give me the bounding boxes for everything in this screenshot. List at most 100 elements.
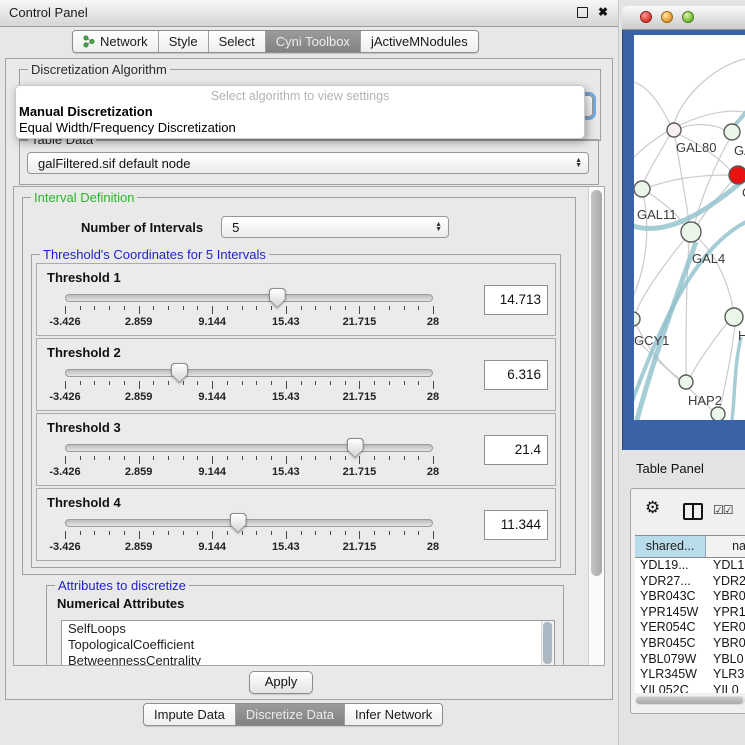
threshold-coordinates-group: Threshold's Coordinates for 5 Intervals … bbox=[31, 254, 561, 568]
slider-thumb[interactable] bbox=[171, 363, 188, 383]
threshold-1-value-field[interactable]: 14.713 bbox=[484, 285, 548, 315]
node-label-h: H bbox=[738, 328, 745, 343]
threshold-4-slider[interactable]: -3.4262.8599.14415.4321.71528 bbox=[65, 519, 433, 553]
float-window-icon[interactable] bbox=[577, 7, 588, 18]
settings-vertical-scrollbar[interactable] bbox=[588, 187, 604, 665]
slider-track[interactable] bbox=[65, 369, 433, 377]
cell-shared-name: YPR145W bbox=[635, 605, 709, 621]
slider-ticks bbox=[65, 456, 433, 465]
slider-track[interactable] bbox=[65, 519, 433, 527]
threshold-1-slider[interactable]: -3.4262.8599.14415.4321.71528 bbox=[65, 294, 433, 328]
threshold-3-slider[interactable]: -3.4262.8599.14415.4321.71528 bbox=[65, 444, 433, 478]
network-view-window: GAL80GACGAL11GAL4GCY1HHAP2 bbox=[622, 6, 745, 450]
cell-name: YER0 bbox=[709, 620, 745, 636]
attribute-item-topologicalcoefficient[interactable]: TopologicalCoefficient bbox=[62, 637, 554, 653]
network-canvas[interactable]: GAL80GACGAL11GAL4GCY1HHAP2 bbox=[634, 35, 745, 420]
network-edge[interactable] bbox=[634, 81, 670, 124]
tab-select[interactable]: Select bbox=[209, 31, 266, 52]
node-gcy1[interactable] bbox=[634, 312, 640, 326]
network-edge[interactable] bbox=[691, 323, 727, 376]
close-traffic-light-icon[interactable] bbox=[640, 11, 652, 23]
algorithm-option-manual[interactable]: Manual Discretization bbox=[19, 104, 153, 119]
tab-infer-network[interactable]: Infer Network bbox=[345, 704, 442, 725]
table-row[interactable]: YBR043CYBR0 bbox=[635, 589, 745, 605]
tab-style[interactable]: Style bbox=[159, 31, 209, 52]
tab-impute-data[interactable]: Impute Data bbox=[144, 704, 236, 725]
threshold-3-value-field[interactable]: 21.4 bbox=[484, 435, 548, 465]
cell-name: YBR0 bbox=[709, 636, 745, 652]
table-panel-title: Table Panel bbox=[636, 461, 704, 476]
node-gal80[interactable] bbox=[667, 123, 681, 137]
threshold-4-value-field[interactable]: 11.344 bbox=[484, 510, 548, 540]
table-header-row: shared... na bbox=[635, 536, 745, 558]
table-row[interactable]: YIL052CYIL0 bbox=[635, 683, 745, 693]
table-row[interactable]: YPR145WYPR1 bbox=[635, 605, 745, 621]
column-header-shared-name[interactable]: shared... bbox=[635, 536, 706, 557]
number-of-intervals-combobox[interactable]: 5 ▲▼ bbox=[221, 216, 449, 238]
slider-track[interactable] bbox=[65, 294, 433, 302]
node-node-bottom[interactable] bbox=[711, 407, 725, 420]
node-hap2[interactable] bbox=[679, 375, 693, 389]
tab-cyni-toolbox[interactable]: Cyni Toolbox bbox=[266, 31, 361, 52]
tab-impute-data-label: Impute Data bbox=[154, 704, 225, 725]
table-data-combobox[interactable]: galFiltered.sif default node ▲▼ bbox=[27, 152, 589, 174]
tab-network[interactable]: Network bbox=[73, 31, 159, 52]
node-node-h[interactable] bbox=[725, 308, 743, 326]
table-row[interactable]: YLR345WYLR3 bbox=[635, 667, 745, 683]
node-node-top-right[interactable] bbox=[724, 124, 740, 140]
node-gal11[interactable] bbox=[634, 181, 650, 197]
network-edge[interactable] bbox=[674, 59, 745, 123]
slider-thumb[interactable] bbox=[230, 513, 247, 533]
network-edge[interactable] bbox=[699, 239, 733, 308]
columns-icon[interactable] bbox=[683, 503, 703, 520]
minimize-traffic-light-icon[interactable] bbox=[661, 11, 673, 23]
panel-title: Control Panel bbox=[9, 5, 88, 20]
table-row[interactable]: YBR045CYBR0 bbox=[635, 636, 745, 652]
network-edge-thick[interactable] bbox=[732, 337, 741, 420]
table-hscrollbar-thumb[interactable] bbox=[636, 697, 743, 704]
tab-jactivemnodules[interactable]: jActiveMNodules bbox=[361, 31, 478, 52]
attribute-item-selfloops[interactable]: SelfLoops bbox=[62, 621, 554, 637]
checkboxes-icon[interactable]: ☑☑ bbox=[713, 503, 733, 517]
table-row[interactable]: YER054CYER0 bbox=[635, 620, 745, 636]
numerical-attributes-list[interactable]: SelfLoopsTopologicalCoefficientBetweenne… bbox=[61, 620, 555, 666]
node-gal4[interactable] bbox=[681, 222, 701, 242]
cell-shared-name: YER054C bbox=[635, 620, 709, 636]
table-row[interactable]: YBL079WYBL0 bbox=[635, 652, 745, 668]
table-row[interactable]: YDR27...YDR2 bbox=[635, 574, 745, 590]
slider-track[interactable] bbox=[65, 444, 433, 452]
table-horizontal-scrollbar[interactable] bbox=[635, 696, 745, 705]
zoom-traffic-light-icon[interactable] bbox=[682, 11, 694, 23]
column-header-name[interactable]: na bbox=[706, 536, 745, 557]
cell-shared-name: YBR045C bbox=[635, 636, 709, 652]
node-label-gcy1: GCY1 bbox=[634, 333, 669, 348]
cell-name: YDL1 bbox=[709, 558, 745, 574]
attribute-item-betweennesscentrality[interactable]: BetweennessCentrality bbox=[62, 653, 554, 666]
table-data-group: Table Data galFiltered.sif default node … bbox=[19, 139, 599, 185]
threshold-2-value-field[interactable]: 6.316 bbox=[484, 360, 548, 390]
network-edge[interactable] bbox=[650, 175, 729, 187]
network-edge[interactable] bbox=[644, 136, 669, 182]
network-edge[interactable] bbox=[681, 125, 724, 130]
list-scrollbar-thumb[interactable] bbox=[543, 622, 552, 664]
node-node-red[interactable] bbox=[729, 166, 745, 184]
threshold-1-panel: Threshold 1-3.4262.8599.14415.4321.71528… bbox=[36, 263, 556, 336]
close-icon[interactable]: ✖ bbox=[598, 6, 608, 18]
slider-thumb[interactable] bbox=[347, 438, 364, 458]
window-controls: ✖ bbox=[577, 6, 608, 18]
algorithm-option-equal-width[interactable]: Equal Width/Frequency Discretization bbox=[19, 120, 236, 135]
table-rows: YDL19...YDL1YDR27...YDR2YBR043CYBR0YPR14… bbox=[635, 558, 745, 693]
gear-icon[interactable]: ⚙ bbox=[645, 499, 660, 516]
number-of-intervals-label: Number of Intervals bbox=[81, 220, 203, 235]
threshold-2-slider[interactable]: -3.4262.8599.14415.4321.71528 bbox=[65, 369, 433, 403]
threshold-4-panel: Threshold 4-3.4262.8599.14415.4321.71528… bbox=[36, 488, 556, 561]
tab-infer-network-label: Infer Network bbox=[355, 704, 432, 725]
discretization-algorithm-label: Discretization Algorithm bbox=[28, 62, 170, 77]
list-scrollbar[interactable] bbox=[541, 621, 554, 665]
threshold-coordinates-label: Threshold's Coordinates for 5 Intervals bbox=[40, 247, 269, 262]
table-row[interactable]: YDL19...YDL1 bbox=[635, 558, 745, 574]
slider-thumb[interactable] bbox=[269, 288, 286, 308]
apply-button[interactable]: Apply bbox=[249, 671, 313, 694]
settings-scrollbar-thumb[interactable] bbox=[591, 190, 602, 576]
tab-discretize-data[interactable]: Discretize Data bbox=[236, 704, 345, 725]
